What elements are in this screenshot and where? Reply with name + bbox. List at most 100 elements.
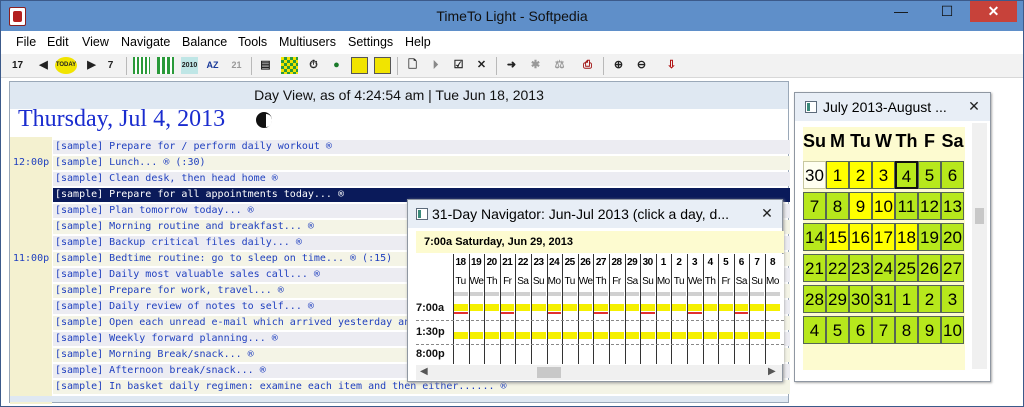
scroll-thumb[interactable] [537, 367, 561, 378]
task-row[interactable]: [sample] Prepare for / perform daily wor… [10, 139, 790, 155]
year-2010-icon[interactable]: 2010 [181, 57, 198, 74]
calendar-day[interactable]: 2 [849, 161, 872, 189]
zoom-in-icon[interactable]: ⊕ [610, 57, 627, 74]
calendar-day[interactable]: 4 [803, 316, 826, 344]
checker-icon[interactable] [281, 57, 298, 74]
calendar-day[interactable]: 5 [918, 161, 941, 189]
row-text[interactable]: [sample] Open each unread e-mail which a… [55, 315, 458, 331]
gear-icon[interactable]: ✱ [527, 57, 544, 74]
notes2-icon[interactable] [374, 57, 391, 74]
nav-day-number[interactable]: 7 [750, 257, 763, 268]
calendar-day[interactable]: 13 [941, 192, 964, 220]
row-text[interactable]: [sample] Afternoon break/snack... ® [55, 363, 266, 379]
nav-day-number[interactable]: 4 [704, 257, 717, 268]
menu-navigate[interactable]: Navigate [121, 35, 170, 49]
row-text[interactable]: [sample] Clean desk, then head home ® [55, 171, 278, 187]
calendar-day[interactable]: 30 [849, 285, 872, 313]
calendar-day[interactable]: 31 [872, 285, 895, 313]
row-text[interactable]: [sample] Daily review of notes to self..… [55, 299, 314, 315]
maximize-button[interactable]: ☐ [924, 1, 970, 22]
calendar-day[interactable]: 30 [803, 161, 826, 189]
calendar-day[interactable]: 5 [826, 316, 849, 344]
nav-day-number[interactable]: 18 [454, 257, 467, 268]
flag-down-icon[interactable]: ⇩ [663, 57, 680, 74]
scroll-thumb[interactable] [975, 208, 984, 224]
calendar-day[interactable]: 26 [918, 254, 941, 282]
print-preview-icon[interactable]: ▤ [257, 57, 274, 74]
calendar-day[interactable]: 8 [826, 192, 849, 220]
calendar-day[interactable]: 1 [895, 285, 918, 313]
cross-icon[interactable]: ✕ [473, 57, 490, 74]
row-text[interactable]: [sample] Morning routine and breakfast..… [55, 219, 314, 235]
close-button[interactable]: ✕ [970, 1, 1017, 22]
calendar-day[interactable]: 28 [803, 285, 826, 313]
today-icon[interactable]: TODAY [55, 57, 77, 74]
calendar-day[interactable]: 21 [803, 254, 826, 282]
task-row[interactable]: [sample] Clean desk, then head home ® [10, 171, 790, 187]
calendar-day[interactable]: 17 [872, 223, 895, 251]
calendar-day[interactable]: 16 [849, 223, 872, 251]
nav-day-number[interactable]: 21 [501, 257, 514, 268]
calendar-day[interactable]: 18 [895, 223, 918, 251]
new-doc-icon[interactable]: 🗋 [404, 57, 421, 74]
navigator-grid[interactable]: 18 Tu 19 We 20 Th 21 Fr 22 Sa 23 Su 24 Mo 25 Tu 26 We 27 Th… [416, 254, 784, 364]
menu-balance[interactable]: Balance [182, 35, 227, 49]
calendar-day[interactable]: 23 [849, 254, 872, 282]
scroll-left-icon[interactable]: ◀ [420, 366, 428, 377]
menu-edit[interactable]: Edit [47, 35, 69, 49]
calendar-day[interactable]: 4 [895, 161, 918, 189]
calendar-day[interactable]: 25 [895, 254, 918, 282]
calendar-next-icon[interactable]: 7 [102, 57, 119, 74]
prev-arrow-icon[interactable]: ◀ [35, 57, 52, 74]
calendar-day[interactable]: 27 [941, 254, 964, 282]
nav-day-number[interactable]: 8 [766, 257, 779, 268]
nav-day-number[interactable]: 23 [532, 257, 545, 268]
calendar-day[interactable]: 3 [872, 161, 895, 189]
notes-icon[interactable] [351, 57, 368, 74]
calendar-day[interactable]: 3 [941, 285, 964, 313]
grid-green2-icon[interactable] [157, 57, 174, 74]
nav-day-number[interactable]: 29 [626, 257, 639, 268]
calendar-day[interactable]: 10 [941, 316, 964, 344]
calendar-day[interactable]: 15 [826, 223, 849, 251]
arrow-right-icon[interactable]: ➜ [503, 57, 520, 74]
nav-day-number[interactable]: 30 [641, 257, 654, 268]
calendar-prev-icon[interactable]: 17 [9, 57, 26, 74]
row-text[interactable]: [sample] Morning Break/snack... ® [55, 347, 254, 363]
row-text[interactable]: [sample] Weekly forward planning... ® [55, 331, 278, 347]
nav-day-number[interactable]: 2 [672, 257, 685, 268]
nav-day-number[interactable]: 19 [470, 257, 483, 268]
nav-day-number[interactable]: 27 [594, 257, 607, 268]
nav-day-number[interactable]: 22 [516, 257, 529, 268]
calendar-day[interactable]: 6 [941, 161, 964, 189]
row-text[interactable]: [sample] Lunch... ® (:30) [55, 155, 206, 171]
menu-multiusers[interactable]: Multiusers [279, 35, 336, 49]
calendar-day[interactable]: 29 [826, 285, 849, 313]
minimize-button[interactable]: — [878, 1, 924, 22]
calendar-day[interactable]: 12 [918, 192, 941, 220]
calendar-scrollbar[interactable] [972, 123, 987, 369]
checkbox-icon[interactable]: ☑ [450, 57, 467, 74]
zoom-out-icon[interactable]: ⊖ [633, 57, 650, 74]
calendar-close-button[interactable]: ✕ [960, 96, 988, 116]
globe-icon[interactable]: ● [328, 57, 345, 74]
menu-settings[interactable]: Settings [348, 35, 393, 49]
nav-day-number[interactable]: 26 [579, 257, 592, 268]
title-bar[interactable]: TimeTo Light - Softpedia — ☐ ✕ [1, 1, 1023, 31]
row-text[interactable]: [sample] Prepare for work, travel... ® [55, 283, 284, 299]
nav-day-number[interactable]: 25 [563, 257, 576, 268]
calendar-day[interactable]: 14 [803, 223, 826, 251]
row-text[interactable]: [sample] Prepare for / perform daily wor… [55, 139, 332, 155]
calendar-day[interactable]: 9 [849, 192, 872, 220]
scale-icon[interactable]: ⚖ [551, 57, 568, 74]
calendar-day[interactable]: 10 [872, 192, 895, 220]
calendar-day[interactable]: 8 [895, 316, 918, 344]
row-text[interactable]: [sample] Prepare for all appointments to… [55, 187, 344, 203]
calendar-day[interactable]: 11 [895, 192, 918, 220]
row-text[interactable]: [sample] Backup critical files daily... … [55, 235, 302, 251]
day-view-date[interactable]: Thursday, Jul 4, 2013 [18, 106, 225, 133]
play-icon[interactable]: ⏵ [427, 57, 444, 74]
menu-tools[interactable]: Tools [238, 35, 267, 49]
menu-view[interactable]: View [82, 35, 109, 49]
calendar-day[interactable]: 6 [849, 316, 872, 344]
